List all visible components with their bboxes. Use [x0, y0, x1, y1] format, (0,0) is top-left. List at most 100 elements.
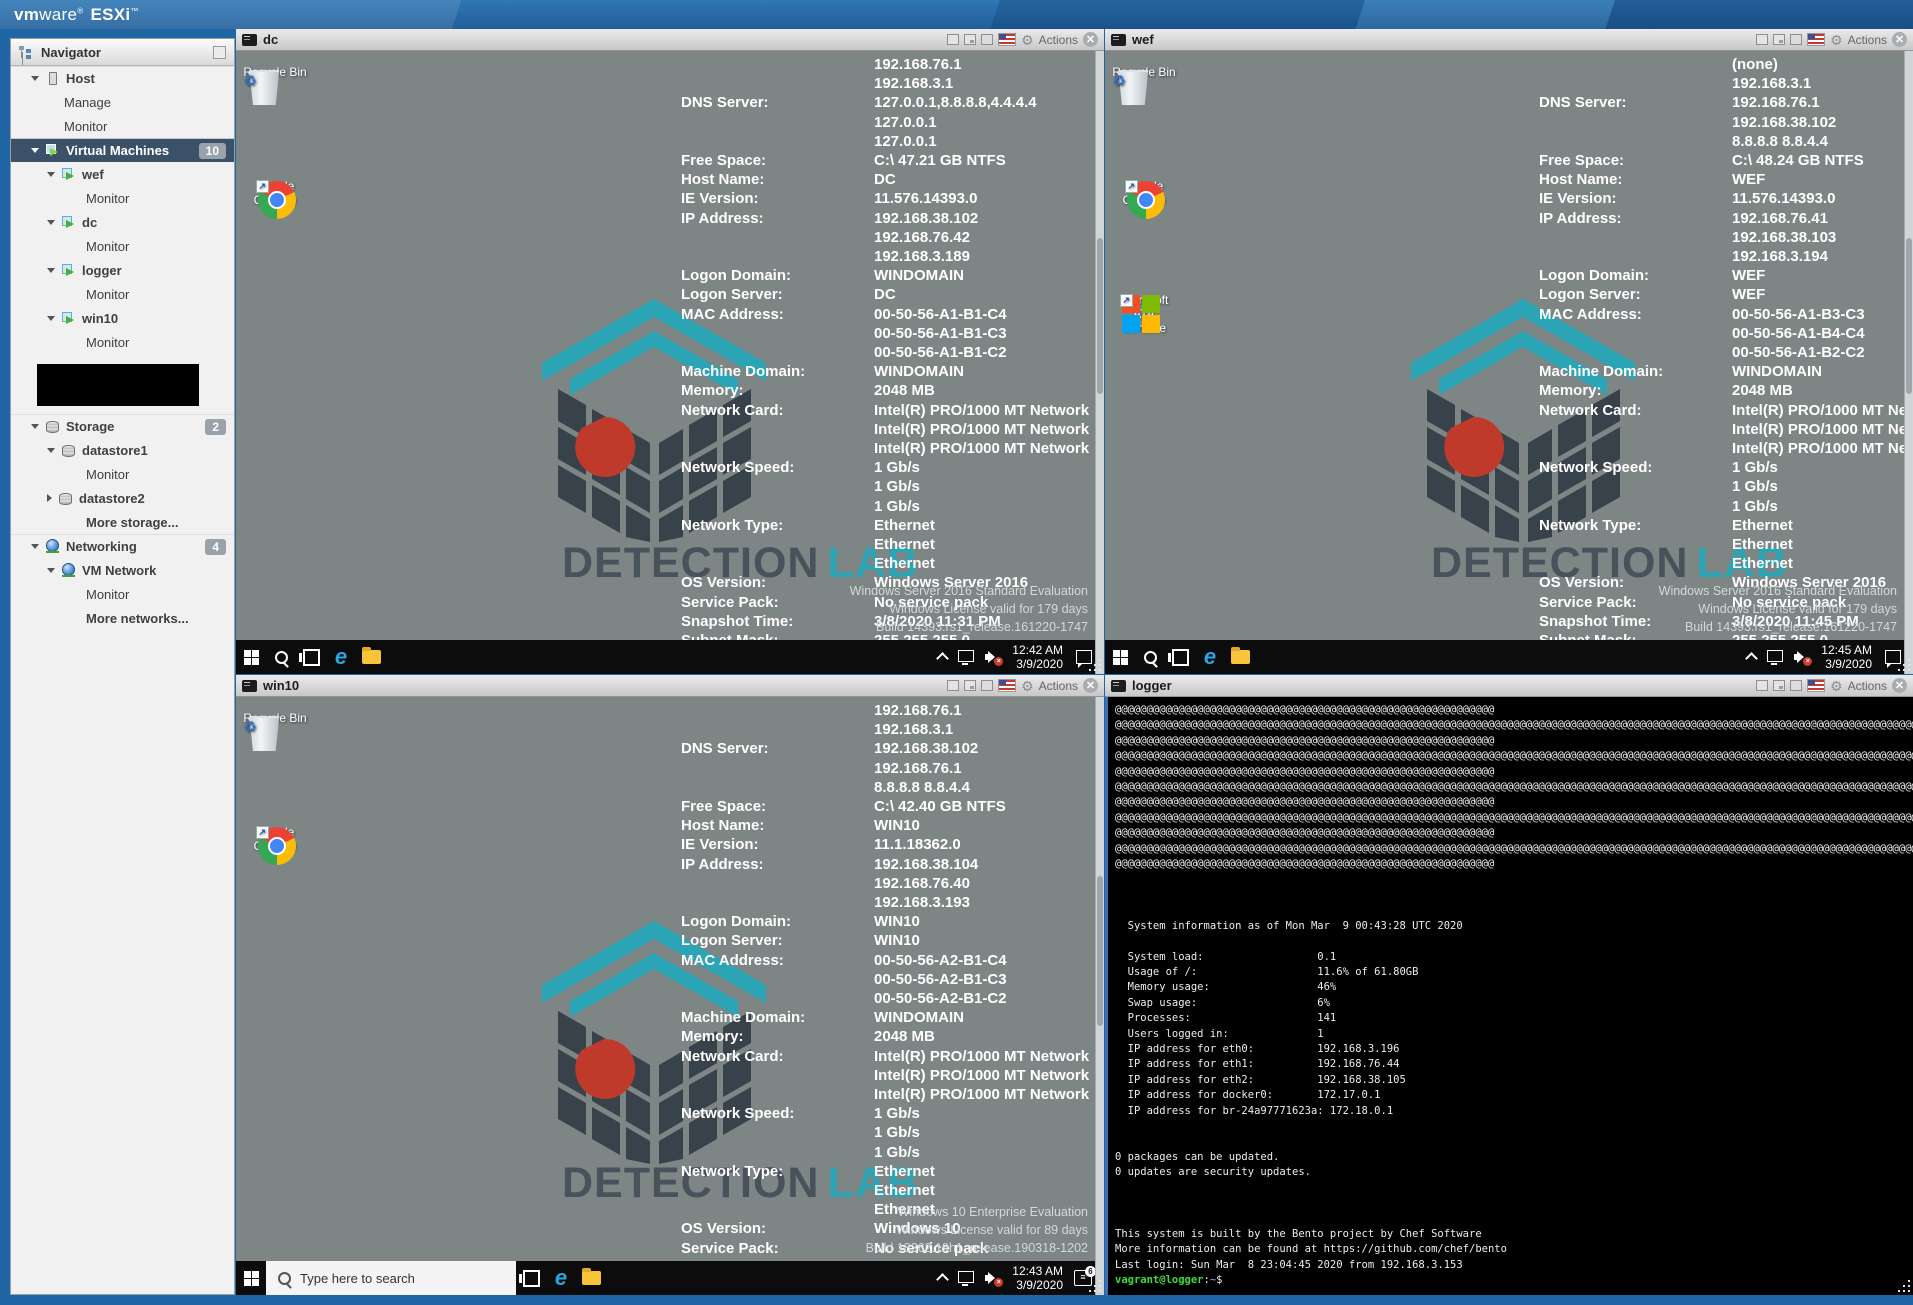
tray-chevron-icon[interactable] [1745, 652, 1758, 665]
resize-grip[interactable] [1088, 1279, 1101, 1292]
sidebar-item-vm-network[interactable]: VM Network [11, 558, 234, 582]
speaker-muted-icon[interactable]: × [985, 1271, 1001, 1285]
network-tray-icon[interactable] [958, 1271, 974, 1283]
taskbar-clock[interactable]: 12:42 AM3/9/2020 [1012, 643, 1063, 671]
chevron-down-icon[interactable] [47, 172, 55, 177]
chevron-down-icon[interactable] [47, 220, 55, 225]
sidebar-item-dc-monitor[interactable]: Monitor [11, 234, 234, 258]
task-view-icon[interactable] [1165, 640, 1195, 674]
console-viewport[interactable]: DETECTIONLAB ♻ Recycle Bin ↗ Google Chro… [236, 697, 1104, 1295]
window-restore-icon[interactable] [1773, 34, 1785, 45]
terminal-console[interactable]: @@@@@@@@@@@@@@@@@@@@@@@@@@@@@@@@@@@@@@@@… [1105, 697, 1913, 1295]
actions-button[interactable]: Actions [1039, 679, 1078, 693]
chevron-down-icon[interactable] [47, 448, 55, 453]
keyboard-layout-flag-icon[interactable] [998, 679, 1016, 692]
file-explorer-icon[interactable] [1225, 640, 1255, 674]
window-maximize-icon[interactable] [981, 34, 993, 45]
taskbar-clock[interactable]: 12:43 AM3/9/2020 [1012, 1264, 1063, 1292]
chevron-down-icon[interactable] [47, 316, 55, 321]
actions-button[interactable]: Actions [1848, 33, 1887, 47]
sidebar-item-vm-wef[interactable]: wef [11, 162, 234, 186]
window-titlebar[interactable]: logger ⚙ Actions ✕ [1105, 675, 1913, 697]
window-size-icon[interactable] [947, 680, 959, 691]
network-tray-icon[interactable] [958, 650, 974, 662]
sidebar-item-datastore1-monitor[interactable]: Monitor [11, 462, 234, 486]
desktop-icon-microsoft-ata-console[interactable]: ↗ Microsoft ATA Console [1111, 293, 1177, 335]
resize-grip[interactable] [1088, 658, 1101, 671]
close-icon[interactable]: ✕ [1083, 32, 1098, 47]
chevron-down-icon[interactable] [47, 568, 55, 573]
start-button[interactable] [236, 1261, 266, 1295]
window-restore-icon[interactable] [964, 680, 976, 691]
sidebar-item-networking[interactable]: Networking4 [11, 534, 234, 558]
actions-gear-icon[interactable]: ⚙ [1021, 33, 1034, 47]
sidebar-item-logger-monitor[interactable]: Monitor [11, 282, 234, 306]
sidebar-item-virtual-machines[interactable]: Virtual Machines10 [11, 138, 234, 162]
window-titlebar[interactable]: win10 ⚙ Actions ✕ [236, 675, 1104, 697]
window-size-icon[interactable] [1756, 680, 1768, 691]
speaker-muted-icon[interactable]: × [985, 650, 1001, 664]
resize-grip[interactable] [1897, 658, 1910, 671]
network-tray-icon[interactable] [1767, 650, 1783, 662]
actions-gear-icon[interactable]: ⚙ [1021, 679, 1034, 693]
actions-button[interactable]: Actions [1848, 679, 1887, 693]
edge-browser-icon[interactable]: e [546, 1261, 576, 1295]
sidebar-item-vm-logger[interactable]: logger [11, 258, 234, 282]
sidebar-item-vm-dc[interactable]: dc [11, 210, 234, 234]
window-titlebar[interactable]: wef ⚙ Actions ✕ [1105, 29, 1913, 51]
sidebar-item-win10-monitor[interactable]: Monitor [11, 330, 234, 354]
sidebar-item-datastore1[interactable]: datastore1 [11, 438, 234, 462]
taskbar-clock[interactable]: 12:45 AM3/9/2020 [1821, 643, 1872, 671]
desktop-icon-recycle-bin[interactable]: ♻ Recycle Bin [1111, 65, 1177, 79]
tray-chevron-icon[interactable] [936, 1273, 949, 1286]
window-restore-icon[interactable] [964, 34, 976, 45]
keyboard-layout-flag-icon[interactable] [1807, 679, 1825, 692]
file-explorer-icon[interactable] [576, 1261, 606, 1295]
actions-gear-icon[interactable]: ⚙ [1830, 33, 1843, 47]
actions-gear-icon[interactable]: ⚙ [1830, 679, 1843, 693]
console-scrollbar[interactable] [1904, 51, 1913, 674]
window-restore-icon[interactable] [1773, 680, 1785, 691]
sidebar-item-vm-network-monitor[interactable]: Monitor [11, 582, 234, 606]
search-icon[interactable] [266, 640, 296, 674]
speaker-muted-icon[interactable]: × [1794, 650, 1810, 664]
internet-explorer-icon[interactable]: e [1195, 640, 1225, 674]
panel-pin-icon[interactable] [213, 46, 226, 59]
keyboard-layout-flag-icon[interactable] [1807, 33, 1825, 46]
file-explorer-icon[interactable] [356, 640, 386, 674]
task-view-icon[interactable] [296, 640, 326, 674]
start-button[interactable] [236, 640, 266, 674]
close-icon[interactable]: ✕ [1083, 678, 1098, 693]
desktop-icon-google-chrome[interactable]: ↗ Google Chrome [242, 825, 308, 853]
chevron-down-icon[interactable] [47, 268, 55, 273]
desktop-icon-recycle-bin[interactable]: ♻ Recycle Bin [242, 65, 308, 79]
chevron-down-icon[interactable] [31, 148, 39, 153]
console-viewport[interactable]: DETECTIONLAB ♻ Recycle Bin ↗ Google Chro… [1105, 51, 1913, 674]
sidebar-item-vm-win10[interactable]: win10 [11, 306, 234, 330]
sidebar-item-host-manage[interactable]: Manage [11, 90, 234, 114]
actions-button[interactable]: Actions [1039, 33, 1078, 47]
window-size-icon[interactable] [947, 34, 959, 45]
sidebar-item-more-networks[interactable]: More networks... [11, 606, 234, 630]
window-size-icon[interactable] [1756, 34, 1768, 45]
chevron-right-icon[interactable] [47, 494, 52, 502]
internet-explorer-icon[interactable]: e [326, 640, 356, 674]
desktop-icon-google-chrome[interactable]: ↗ Google Chrome [242, 179, 308, 207]
console-scrollbar[interactable] [1095, 51, 1104, 674]
desktop-icon-recycle-bin[interactable]: ♻ Recycle Bin [242, 711, 308, 725]
sidebar-item-host[interactable]: Host [11, 66, 234, 90]
close-icon[interactable]: ✕ [1892, 32, 1907, 47]
desktop-icon-google-chrome[interactable]: ↗ Google Chrome [1111, 179, 1177, 207]
sidebar-item-datastore2[interactable]: datastore2 [11, 486, 234, 510]
search-icon[interactable] [1135, 640, 1165, 674]
keyboard-layout-flag-icon[interactable] [998, 33, 1016, 46]
task-view-icon[interactable] [516, 1261, 546, 1295]
chevron-down-icon[interactable] [31, 544, 39, 549]
chevron-down-icon[interactable] [31, 76, 39, 81]
sidebar-item-storage[interactable]: Storage2 [11, 414, 234, 438]
chevron-down-icon[interactable] [31, 424, 39, 429]
sidebar-item-more-storage[interactable]: More storage... [11, 510, 234, 534]
console-scrollbar[interactable] [1095, 697, 1104, 1295]
resize-grip[interactable] [1897, 1279, 1910, 1292]
tray-chevron-icon[interactable] [936, 652, 949, 665]
